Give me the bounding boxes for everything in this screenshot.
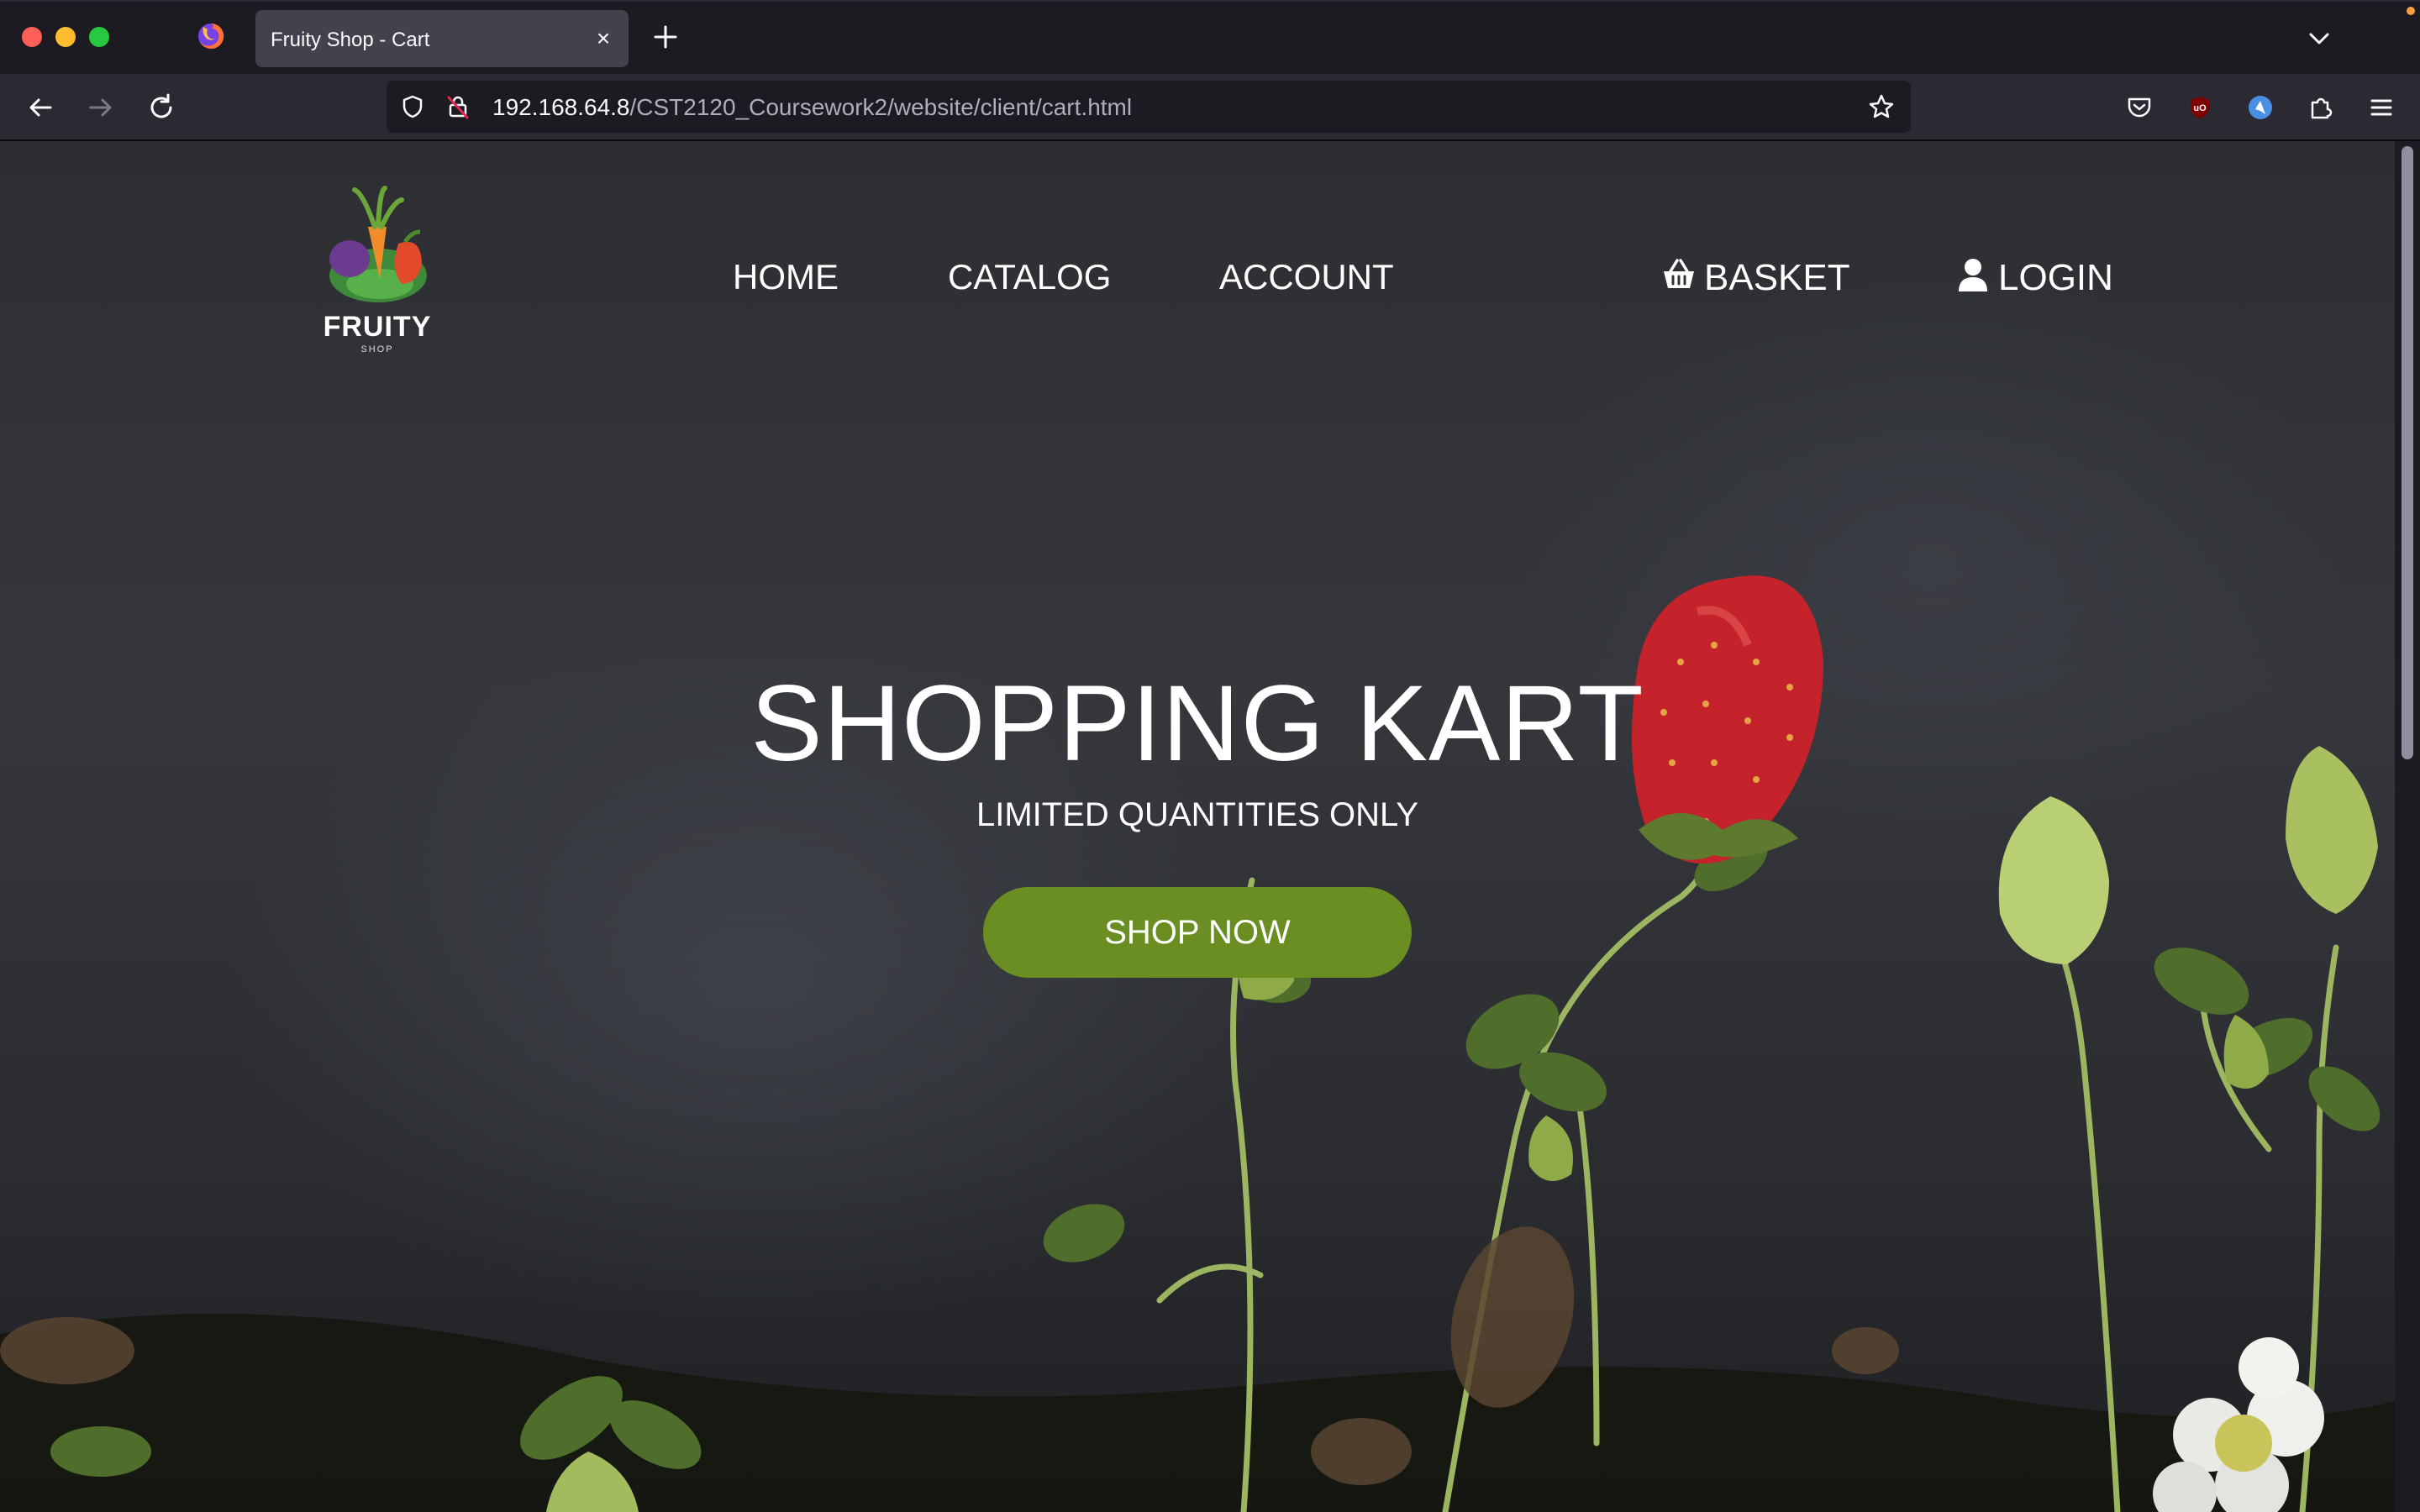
- hero-subtitle: LIMITED QUANTITIES ONLY: [976, 796, 1418, 833]
- nav-catalog-link[interactable]: CATALOG: [948, 257, 1111, 297]
- page-viewport: FRUITY SHOP HOME CATALOG ACCOUNT BASKET …: [0, 141, 2395, 1512]
- window-maximize-button[interactable]: [89, 27, 109, 47]
- url-host: 192.168.64.8: [492, 94, 630, 120]
- url-path: /CST2120_Coursework2/website/client/cart…: [629, 94, 1133, 120]
- tab-fruity-shop-cart[interactable]: Fruity Shop - Cart ×: [255, 10, 629, 67]
- tab-list-icon[interactable]: [2306, 25, 2333, 52]
- url-text[interactable]: 192.168.64.8/CST2120_Coursework2/website…: [492, 94, 1132, 121]
- user-icon: [1959, 258, 1987, 291]
- tab-strip: Fruity Shop - Cart ×: [0, 0, 2420, 74]
- new-tab-icon[interactable]: [650, 22, 681, 52]
- nav-account-link[interactable]: ACCOUNT: [1219, 257, 1394, 297]
- close-tab-icon[interactable]: ×: [590, 25, 617, 52]
- site-logo[interactable]: FRUITY SHOP: [313, 185, 442, 361]
- shield-icon[interactable]: [400, 94, 425, 119]
- window-minimize-button[interactable]: [55, 27, 76, 47]
- browser-window: Fruity Shop - Cart × 192.168.64.8/CST212…: [0, 0, 2420, 1512]
- pocket-icon[interactable]: [2123, 91, 2156, 124]
- ublock-icon[interactable]: uO: [2183, 91, 2217, 124]
- nav-login-link[interactable]: LOGIN: [1954, 255, 2113, 302]
- nav-login-label: LOGIN: [1998, 256, 2113, 298]
- puzzle-icon[interactable]: [2304, 91, 2338, 124]
- logo-subtitle: SHOP: [360, 344, 394, 354]
- menu-icon[interactable]: [2365, 91, 2398, 124]
- shop-now-button[interactable]: SHOP NOW: [983, 887, 1412, 978]
- star-icon[interactable]: [1867, 92, 1896, 121]
- nav-basket-link[interactable]: BASKET: [1660, 255, 1850, 302]
- firefox-icon[interactable]: [197, 22, 225, 50]
- notification-dot: [2407, 7, 2415, 15]
- hero-title: SHOPPING KART: [750, 664, 1644, 784]
- reload-icon[interactable]: [145, 91, 178, 124]
- forward-icon[interactable]: [84, 91, 118, 124]
- nav-home-link[interactable]: HOME: [733, 257, 839, 297]
- page-scrollbar[interactable]: [2395, 141, 2420, 1512]
- scrollbar-thumb[interactable]: [2402, 146, 2413, 759]
- address-bar[interactable]: 192.168.64.8/CST2120_Coursework2/website…: [387, 81, 1911, 133]
- tab-title: Fruity Shop - Cart: [271, 29, 430, 51]
- lock-slash-icon[interactable]: [445, 94, 471, 119]
- fruit-basket-logo-icon: [329, 186, 427, 302]
- navigation-toolbar: 192.168.64.8/CST2120_Coursework2/website…: [0, 74, 2420, 141]
- extension-icon[interactable]: [2244, 91, 2277, 124]
- window-close-button[interactable]: [22, 27, 42, 47]
- back-icon[interactable]: [24, 91, 57, 124]
- basket-icon: [1664, 259, 1694, 288]
- nav-basket-label: BASKET: [1704, 256, 1850, 298]
- logo-wordmark: FRUITY: [323, 311, 432, 343]
- svg-text:uO: uO: [2193, 103, 2207, 113]
